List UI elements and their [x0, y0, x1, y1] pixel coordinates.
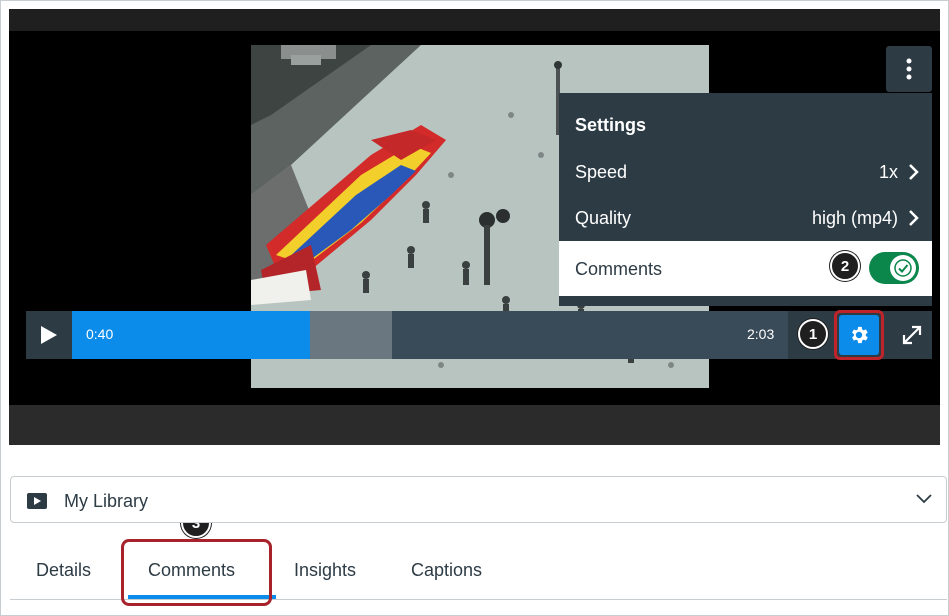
quality-value: high (mp4)	[811, 208, 898, 228]
speed-label: Speed	[575, 162, 628, 182]
player-controls: 0:40 2:03	[26, 310, 932, 360]
comments-toggle[interactable]	[869, 252, 919, 284]
more-options-button[interactable]	[886, 46, 932, 92]
fullscreen-button[interactable]	[892, 315, 932, 355]
video-player: Settings Speed 1x Quality high (mp4) Com…	[9, 9, 940, 445]
callout-1: 1	[798, 319, 828, 349]
comments-tab-highlight	[121, 539, 272, 606]
speed-value: 1x	[878, 162, 898, 182]
speed-menu-item[interactable]: Speed 1x	[559, 149, 932, 195]
callout-2: 2	[830, 251, 860, 281]
library-label: My Library	[64, 491, 149, 511]
chevron-down-icon	[916, 494, 932, 504]
toggle-knob	[890, 255, 916, 281]
chevron-right-icon	[909, 164, 919, 180]
play-icon	[41, 326, 57, 344]
comments-menu-item[interactable]: Comments	[559, 241, 932, 296]
video-icon	[27, 493, 47, 509]
player-bottom-bar	[9, 405, 940, 445]
current-time: 0:40	[86, 326, 114, 342]
settings-menu-title: Settings	[575, 115, 647, 135]
comments-toggle-label: Comments	[575, 259, 663, 279]
fullscreen-icon	[902, 325, 922, 345]
total-time: 2:03	[747, 326, 775, 342]
play-button[interactable]	[26, 311, 72, 359]
settings-button[interactable]	[839, 315, 879, 355]
check-icon	[894, 259, 912, 277]
library-dropdown[interactable]: My Library	[10, 476, 947, 523]
kebab-menu-icon	[906, 58, 912, 80]
chevron-right-icon	[909, 210, 919, 226]
quality-label: Quality	[575, 208, 632, 228]
tab-captions[interactable]: Captions	[411, 560, 482, 581]
tab-insights[interactable]: Insights	[294, 560, 356, 581]
settings-menu: Settings Speed 1x Quality high (mp4) Com…	[559, 93, 932, 306]
gear-icon	[852, 326, 868, 344]
progress-bar[interactable]	[72, 311, 788, 359]
player-top-bar	[9, 9, 940, 31]
tab-details[interactable]: Details	[36, 560, 91, 581]
quality-menu-item[interactable]: Quality high (mp4)	[559, 195, 932, 241]
